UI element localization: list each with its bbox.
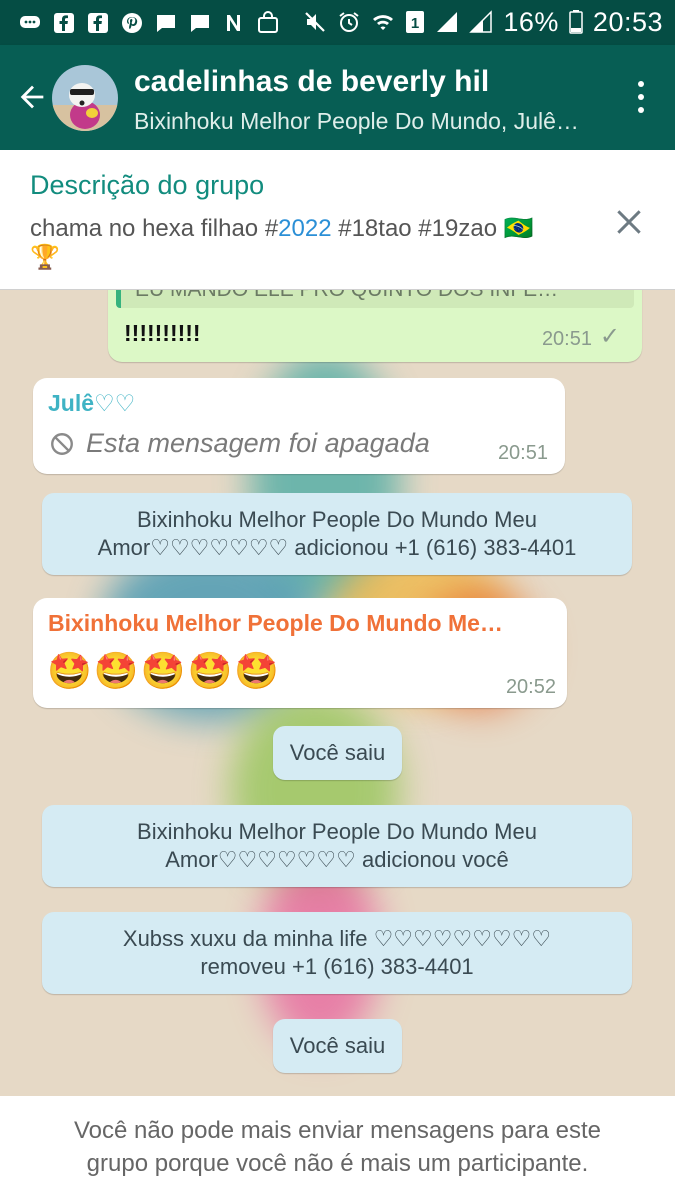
system-message-text: Você saiu xyxy=(289,1033,386,1058)
blocked-icon xyxy=(51,433,73,455)
back-button[interactable] xyxy=(10,75,54,119)
not-participant-notice: Você não pode mais enviar mensagens para… xyxy=(0,1096,675,1200)
message-time: 20:52 xyxy=(505,676,556,698)
battery-icon xyxy=(569,10,583,34)
message-text: !!!!!!!!!! xyxy=(124,320,201,346)
emoji-message: 🤩🤩🤩🤩🤩 xyxy=(47,650,282,691)
close-icon xyxy=(617,210,641,234)
message-icon xyxy=(154,11,178,35)
sim-badge: 1 xyxy=(411,15,419,32)
group-description-text: chama no hexa filhao #2022 #18tao #19zao… xyxy=(30,214,595,272)
more-options-button[interactable] xyxy=(631,77,651,117)
signal-icon xyxy=(435,10,459,34)
pinterest-icon xyxy=(120,11,144,35)
system-message: Você saiu xyxy=(273,726,402,780)
system-message: Bixinhoku Melhor People Do Mundo Meu Amo… xyxy=(42,493,632,575)
wifi-icon xyxy=(371,10,395,34)
chat-header: cadelinhas de beverly hil Bixinhoku Melh… xyxy=(0,45,675,150)
clock: 20:53 xyxy=(592,6,663,37)
dot-icon xyxy=(638,107,644,113)
group-description-panel[interactable]: Descrição do grupo chama no hexa filhao … xyxy=(0,150,675,290)
system-message-line: Bixinhoku Melhor People Do Mundo Meu xyxy=(137,507,537,532)
message-icon xyxy=(188,11,212,35)
message-time: 20:51 xyxy=(497,442,548,464)
dot-icon xyxy=(638,81,644,87)
group-avatar[interactable] xyxy=(52,65,118,131)
quoted-text: EU MANDO ELE PRO QUINTO DOS INFE… xyxy=(135,290,558,302)
notice-line: grupo porque você não é mais um particip… xyxy=(86,1150,589,1177)
group-description-title: Descrição do grupo xyxy=(30,170,265,200)
sim-icon: 1 xyxy=(405,10,425,34)
signal-icon xyxy=(469,10,493,34)
system-message-text: Você saiu xyxy=(289,740,386,765)
system-message-line: Amor♡♡♡♡♡♡♡ adicionou +1 (616) 383-4401 xyxy=(97,535,577,560)
status-bar: 1 16% 20:53 xyxy=(0,0,675,45)
alarm-icon xyxy=(337,10,361,34)
dot-icon xyxy=(638,94,644,100)
system-message-line: Amor♡♡♡♡♡♡♡ adicionou você xyxy=(165,847,509,872)
deleted-message-text: Esta mensagem foi apagada xyxy=(86,428,430,458)
arrow-left-icon xyxy=(20,85,44,109)
system-message-line: Xubss xuxu da minha life ♡♡♡♡♡♡♡♡♡ xyxy=(122,926,552,951)
sender-name[interactable]: Julê♡♡ xyxy=(48,390,135,417)
system-message: Você saiu xyxy=(273,1019,402,1073)
quoted-message[interactable]: EU MANDO ELE PRO QUINTO DOS INFE… xyxy=(116,290,634,308)
system-message: Bixinhoku Melhor People Do Mundo Meu Amo… xyxy=(42,805,632,887)
battery-percent: 16% xyxy=(503,6,559,37)
description-text-end: #18tao #19zao 🇧🇷 xyxy=(331,215,534,242)
description-text-start: chama no hexa filhao # xyxy=(30,215,279,242)
outgoing-message[interactable]: EU MANDO ELE PRO QUINTO DOS INFE… !!!!!!… xyxy=(108,290,642,362)
close-description-button[interactable] xyxy=(613,206,645,238)
facebook-icon xyxy=(52,11,76,35)
chat-bubble-icon xyxy=(18,11,42,35)
sent-check-icon: ✓ xyxy=(599,323,620,350)
message-time: 20:51 xyxy=(541,328,592,350)
n-icon xyxy=(222,11,246,35)
incoming-message[interactable]: Julê♡♡ Esta mensagem foi apagada 20:51 xyxy=(33,378,565,474)
chat-messages-area[interactable]: EU MANDO ELE PRO QUINTO DOS INFE… !!!!!!… xyxy=(0,290,675,1096)
system-icons: 1 16% 20:53 xyxy=(303,6,663,38)
bag-icon xyxy=(256,11,280,35)
notification-icons xyxy=(18,8,280,38)
sender-name[interactable]: Bixinhoku Melhor People Do Mundo Me… xyxy=(48,610,538,637)
system-message: Xubss xuxu da minha life ♡♡♡♡♡♡♡♡♡ remov… xyxy=(42,912,632,994)
chat-participants[interactable]: Bixinhoku Melhor People Do Mundo, Julê… xyxy=(134,108,594,135)
incoming-message[interactable]: Bixinhoku Melhor People Do Mundo Me… 🤩🤩🤩… xyxy=(33,598,567,708)
facebook-icon xyxy=(86,11,110,35)
mute-icon xyxy=(303,10,327,34)
system-message-line: removeu +1 (616) 383-4401 xyxy=(200,954,474,979)
notice-line: Você não pode mais enviar mensagens para… xyxy=(73,1117,601,1144)
trophy-emoji: 🏆 xyxy=(30,244,60,271)
description-hashtag-year[interactable]: 2022 xyxy=(278,215,331,242)
chat-title[interactable]: cadelinhas de beverly hil xyxy=(134,65,604,99)
system-message-line: Bixinhoku Melhor People Do Mundo Meu xyxy=(137,819,537,844)
